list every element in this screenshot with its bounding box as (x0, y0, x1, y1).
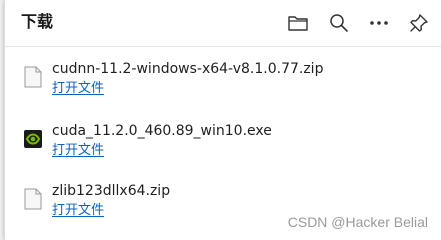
download-item[interactable]: cuda_11.2.0_460.89_win10.exe 打开文件 (5, 120, 441, 178)
search-downloads-button[interactable] (327, 11, 351, 35)
pin-panel-button[interactable] (407, 11, 431, 35)
pin-icon (409, 13, 429, 33)
download-filename: cuda_11.2.0_460.89_win10.exe (52, 123, 272, 139)
zip-file-icon (24, 66, 42, 88)
downloads-panel: 下载 cudnn-11.2-windows-x64-v8.1.0.77.zip … (4, 0, 441, 240)
panel-title: 下载 (21, 12, 54, 31)
folder-icon (287, 13, 309, 33)
watermark: CSDN @Hacker Belial (287, 214, 428, 230)
open-file-link[interactable]: 打开文件 (52, 142, 104, 160)
nvidia-installer-icon (24, 128, 42, 150)
download-item[interactable]: cudnn-11.2-windows-x64-v8.1.0.77.zip 打开文… (5, 58, 441, 116)
open-downloads-folder-button[interactable] (286, 11, 310, 35)
open-file-link[interactable]: 打开文件 (52, 202, 104, 220)
zip-file-icon (24, 188, 42, 210)
header-divider (5, 46, 441, 47)
more-options-button[interactable] (367, 11, 391, 35)
downloads-header: 下载 (5, 0, 441, 46)
download-filename: zlib123dllx64.zip (52, 183, 171, 199)
more-icon (369, 20, 389, 26)
download-filename: cudnn-11.2-windows-x64-v8.1.0.77.zip (52, 61, 324, 77)
search-icon (329, 13, 349, 33)
open-file-link[interactable]: 打开文件 (52, 80, 104, 98)
